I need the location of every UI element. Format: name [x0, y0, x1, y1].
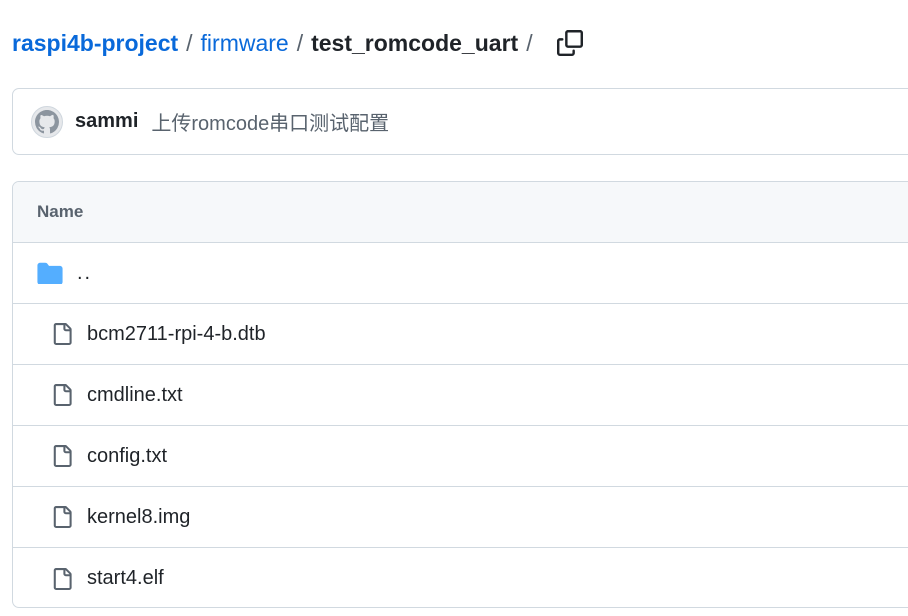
parent-directory-link[interactable]: .. — [77, 262, 92, 285]
breadcrumb-separator: / — [526, 29, 533, 56]
avatar[interactable] — [31, 105, 63, 138]
file-icon — [51, 566, 73, 592]
table-header: Name — [13, 182, 908, 243]
file-link[interactable]: kernel8.img — [87, 506, 190, 529]
parent-directory-row[interactable]: .. — [13, 243, 908, 304]
file-row[interactable]: kernel8.img — [13, 487, 908, 548]
commit-message[interactable]: 上传romcode串口测试配置 — [151, 107, 389, 136]
file-icon — [51, 321, 73, 347]
folder-icon — [37, 262, 63, 284]
column-header-name: Name — [37, 202, 84, 221]
file-row[interactable]: config.txt — [13, 426, 908, 487]
file-row[interactable]: bcm2711-rpi-4-b.dtb — [13, 304, 908, 365]
copy-path-button[interactable] — [555, 28, 585, 58]
commit-author[interactable]: sammi — [75, 110, 138, 133]
file-link[interactable]: start4.elf — [87, 567, 164, 590]
file-icon — [51, 443, 73, 469]
latest-commit-box: sammi 上传romcode串口测试配置 — [12, 88, 908, 155]
breadcrumb-separator: / — [186, 29, 193, 56]
breadcrumb-repo-link[interactable]: raspi4b-project — [12, 30, 178, 57]
file-row[interactable]: cmdline.txt — [13, 365, 908, 426]
file-icon — [51, 504, 73, 530]
file-table: Name .. bcm2711-rpi-4-b.dtb cmdline.txt … — [12, 181, 908, 608]
file-link[interactable]: cmdline.txt — [87, 384, 183, 407]
breadcrumb-folder-link[interactable]: firmware — [201, 30, 289, 57]
github-avatar-icon — [35, 109, 59, 133]
copy-icon — [556, 30, 583, 56]
file-row[interactable]: start4.elf — [13, 548, 908, 607]
breadcrumb-separator: / — [296, 29, 304, 56]
file-link[interactable]: bcm2711-rpi-4-b.dtb — [87, 323, 266, 346]
breadcrumb-current: test_romcode_uart — [311, 29, 519, 56]
file-icon — [51, 382, 73, 408]
breadcrumb: raspi4b-project / firmware / test_romcod… — [12, 26, 585, 60]
file-link[interactable]: config.txt — [87, 445, 167, 468]
